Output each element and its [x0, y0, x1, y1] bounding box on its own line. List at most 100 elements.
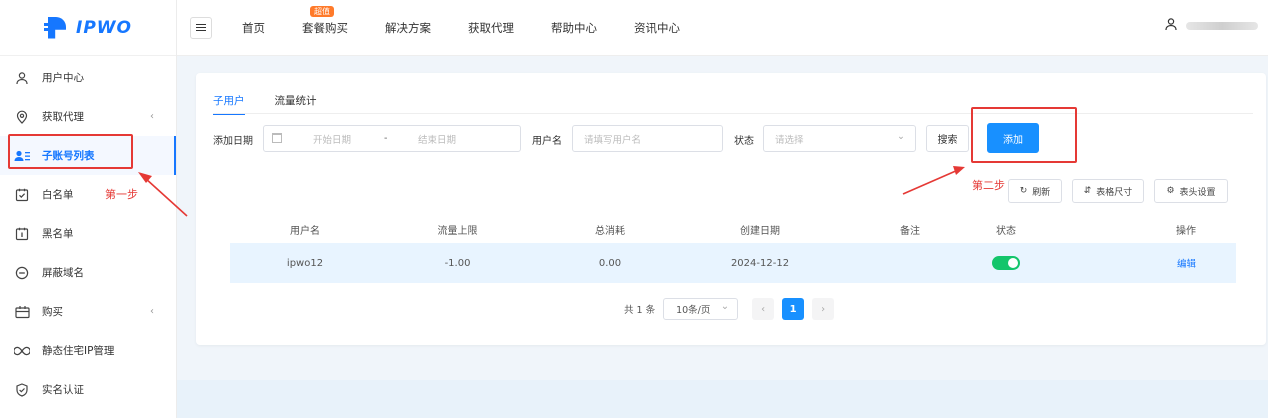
- date-range-picker[interactable]: 开始日期 - 结束日期: [263, 125, 521, 152]
- header-settings-label: 表头设置: [1179, 187, 1216, 198]
- nav-get-proxy[interactable]: 获取代理: [468, 20, 514, 36]
- sidebar-menu: 用户中心 获取代理 ‹ 子账号列表 白名单 黑名单 屏蔽域名 购买 ‹ 静态住宅…: [0, 56, 176, 409]
- top-bar: 首页 套餐购买 超值 解决方案 获取代理 帮助中心 资讯中心: [177, 0, 1268, 56]
- sidebar-item-label: 用户中心: [42, 72, 84, 84]
- shield-check-icon: [14, 382, 30, 398]
- table-size-label: 表格尺寸: [1096, 187, 1133, 198]
- status-select-placeholder: 请选择: [775, 134, 804, 146]
- step2-highlight-box: [971, 107, 1077, 163]
- pagination-total: 共 1 条: [624, 305, 656, 316]
- sidebar-item-label: 购买: [42, 306, 63, 318]
- nav-news-center[interactable]: 资讯中心: [634, 20, 680, 36]
- range-separator: -: [384, 133, 388, 144]
- cell-username: ipwo12: [286, 257, 324, 269]
- end-date-input[interactable]: 结束日期: [418, 132, 456, 146]
- chevron-left-icon: ‹: [150, 306, 154, 317]
- app-root: IPWO 用户中心 获取代理 ‹ 子账号列表 白名单 黑名单 屏蔽域名 购买 ‹…: [0, 0, 1268, 418]
- menu-toggle-icon[interactable]: [190, 16, 212, 39]
- cell-traffic-limit: -1.00: [444, 257, 471, 269]
- nav-help-center[interactable]: 帮助中心: [551, 20, 597, 36]
- nav-solutions[interactable]: 解决方案: [385, 20, 431, 36]
- edit-link[interactable]: 编辑: [1177, 259, 1196, 270]
- tab-sub-users[interactable]: 子用户: [213, 93, 245, 115]
- minus-circle-icon: [14, 265, 30, 281]
- sidebar-item-static-ip[interactable]: 静态住宅IP管理: [0, 331, 176, 370]
- footer-strip: [177, 380, 1268, 418]
- col-status: 状态: [996, 225, 1016, 237]
- column-height-icon: ⇵: [1083, 186, 1092, 196]
- nav-packages[interactable]: 套餐购买 超值: [302, 5, 348, 36]
- user-avatar-icon: [1164, 17, 1178, 34]
- table-size-button[interactable]: ⇵ 表格尺寸: [1072, 179, 1144, 203]
- status-select[interactable]: 请选择 ⌄: [763, 125, 916, 152]
- col-created: 创建日期: [740, 225, 780, 237]
- nav-packages-label: 套餐购买: [302, 20, 348, 35]
- refresh-label: 刷新: [1032, 187, 1051, 198]
- hot-badge: 超值: [310, 5, 334, 17]
- tab-bar: 子用户 流量统计: [213, 93, 317, 115]
- table-header: 用户名 流量上限 总消耗 创建日期 备注 状态 操作: [230, 215, 1236, 243]
- step1-label: 第一步: [105, 188, 138, 201]
- sidebar-item-verification[interactable]: 实名认证: [0, 370, 176, 409]
- calendar-icon: [272, 133, 282, 143]
- sidebar-item-label: 黑名单: [42, 228, 74, 240]
- logo-text: IPWO: [76, 17, 132, 38]
- username-input[interactable]: 请填写用户名: [572, 125, 723, 152]
- username-label: 用户名: [532, 136, 562, 147]
- status-toggle[interactable]: [992, 256, 1020, 270]
- filter-bar: 添加日期 开始日期 - 结束日期 用户名 请填写用户名 状态 请选择 ⌄ 搜索 …: [213, 123, 1253, 153]
- sidebar-item-label: 静态住宅IP管理: [42, 345, 115, 357]
- prev-page-button[interactable]: ‹: [752, 298, 775, 320]
- cell-total-used: 0.00: [598, 257, 622, 269]
- sidebar-item-whitelist[interactable]: 白名单: [0, 175, 176, 214]
- page-size-select[interactable]: 10条/页: [663, 298, 739, 320]
- sidebar-item-label: 实名认证: [42, 384, 84, 396]
- user-menu[interactable]: [1164, 17, 1258, 34]
- step1-highlight-box: [8, 134, 133, 169]
- date-label: 添加日期: [213, 136, 253, 147]
- logo-icon: [44, 16, 70, 39]
- col-username: 用户名: [290, 225, 320, 237]
- user-icon: [14, 70, 30, 86]
- cart-icon: [14, 304, 30, 320]
- sidebar-item-blacklist[interactable]: 黑名单: [0, 214, 176, 253]
- chevron-left-icon: ‹: [150, 111, 154, 122]
- col-actions: 操作: [1176, 225, 1196, 237]
- sidebar-item-purchase[interactable]: 购买 ‹: [0, 292, 176, 331]
- pagination: 共 1 条 10条/页 ‹ 1 ›: [624, 298, 835, 320]
- user-name-redacted: [1186, 21, 1258, 30]
- table-row: ipwo12 -1.00 0.00 2024-12-12 编辑: [230, 243, 1236, 283]
- logo[interactable]: IPWO: [0, 0, 176, 56]
- sidebar-item-get-proxy[interactable]: 获取代理 ‹: [0, 97, 176, 136]
- infinity-icon: [14, 343, 30, 359]
- refresh-icon: ↻: [1019, 186, 1028, 196]
- sidebar: IPWO 用户中心 获取代理 ‹ 子账号列表 白名单 黑名单 屏蔽域名 购买 ‹…: [0, 0, 177, 418]
- check-list-icon: [14, 187, 30, 203]
- step2-label: 第二步: [972, 179, 1005, 192]
- main-card: 子用户 流量统计 添加日期 开始日期 - 结束日期 用户名 请填写用户名 状态 …: [196, 73, 1266, 345]
- start-date-input[interactable]: 开始日期: [313, 132, 351, 146]
- chevron-down-icon: ⌄: [897, 131, 905, 142]
- status-label: 状态: [734, 136, 754, 147]
- page-1-button[interactable]: 1: [782, 298, 805, 320]
- nav-home[interactable]: 首页: [242, 20, 265, 36]
- sidebar-item-label: 屏蔽域名: [42, 267, 84, 279]
- status-cell: [985, 256, 1027, 270]
- tab-divider: [213, 113, 1253, 114]
- tab-traffic-stats[interactable]: 流量统计: [275, 93, 317, 115]
- sidebar-item-user-center[interactable]: 用户中心: [0, 58, 176, 97]
- refresh-button[interactable]: ↻ 刷新: [1008, 179, 1062, 203]
- actions-cell: 编辑: [1027, 256, 1236, 270]
- gear-icon: ⚙: [1166, 186, 1175, 196]
- block-list-icon: [14, 226, 30, 242]
- next-page-button[interactable]: ›: [812, 298, 835, 320]
- search-button[interactable]: 搜索: [926, 125, 969, 152]
- top-nav: 首页 套餐购买 超值 解决方案 获取代理 帮助中心 资讯中心: [242, 5, 717, 36]
- sidebar-item-blocked-domains[interactable]: 屏蔽域名: [0, 253, 176, 292]
- sub-user-table: 用户名 流量上限 总消耗 创建日期 备注 状态 操作 ipwo12 -1.00 …: [230, 215, 1236, 283]
- cell-created: 2024-12-12: [730, 257, 790, 269]
- sidebar-item-label: 获取代理: [42, 111, 84, 123]
- header-settings-button[interactable]: ⚙ 表头设置: [1154, 179, 1228, 203]
- col-note: 备注: [900, 225, 920, 237]
- location-icon: [14, 109, 30, 125]
